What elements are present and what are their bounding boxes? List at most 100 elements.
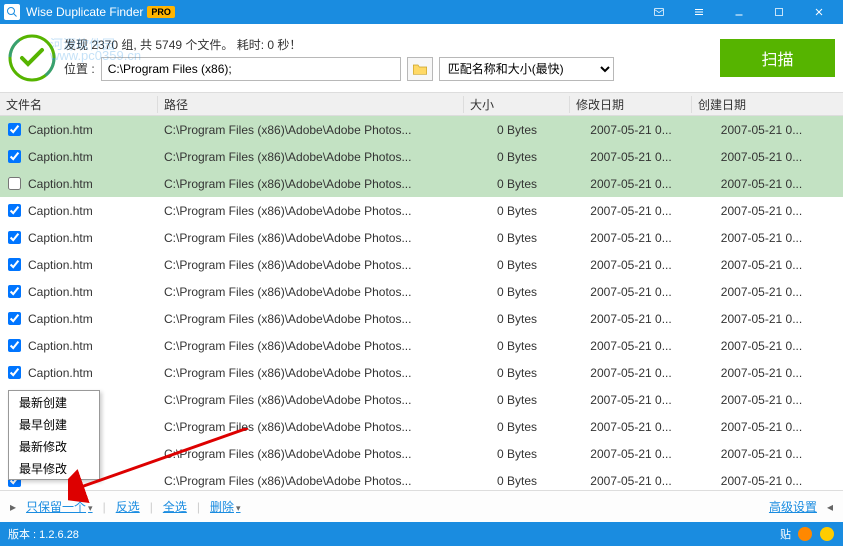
folder-icon <box>412 62 428 76</box>
invert-selection-link[interactable]: 反选 <box>116 498 140 515</box>
social-icon-1[interactable] <box>797 526 813 542</box>
cell-filename: Caption.htm <box>28 123 158 137</box>
select-all-link[interactable]: 全选 <box>163 498 187 515</box>
cell-filename: Caption.htm <box>28 258 158 272</box>
menu-newest-modified[interactable]: 最新修改 <box>9 435 99 457</box>
cell-created: 2007-05-21 0... <box>692 339 843 353</box>
cell-path: C:\Program Files (x86)\Adobe\Adobe Photo… <box>158 420 464 434</box>
cell-path: C:\Program Files (x86)\Adobe\Adobe Photo… <box>158 258 464 272</box>
cell-path: C:\Program Files (x86)\Adobe\Adobe Photo… <box>158 447 464 461</box>
row-checkbox[interactable] <box>8 204 21 217</box>
cell-size: 0 Bytes <box>464 123 570 137</box>
table-row[interactable]: Caption.htmC:\Program Files (x86)\Adobe\… <box>0 224 843 251</box>
row-checkbox[interactable] <box>8 258 21 271</box>
table-row[interactable]: C:\Program Files (x86)\Adobe\Adobe Photo… <box>0 386 843 413</box>
cell-modified: 2007-05-21 0... <box>570 366 692 380</box>
row-checkbox[interactable] <box>8 339 21 352</box>
table-row[interactable]: C:\Program Files (x86)\Adobe\Adobe Photo… <box>0 440 843 467</box>
cell-filename: Caption.htm <box>28 366 158 380</box>
cell-size: 0 Bytes <box>464 339 570 353</box>
cell-modified: 2007-05-21 0... <box>570 123 692 137</box>
scan-button[interactable]: 扫描 <box>720 39 835 77</box>
cell-modified: 2007-05-21 0... <box>570 447 692 461</box>
table-row[interactable]: Caption.htmC:\Program Files (x86)\Adobe\… <box>0 359 843 386</box>
cell-modified: 2007-05-21 0... <box>570 177 692 191</box>
advanced-settings-link[interactable]: 高级设置 <box>769 498 817 515</box>
row-checkbox[interactable] <box>8 285 21 298</box>
match-mode-select[interactable]: 匹配名称和大小(最快) <box>439 57 614 81</box>
cell-created: 2007-05-21 0... <box>692 204 843 218</box>
cell-path: C:\Program Files (x86)\Adobe\Adobe Photo… <box>158 177 464 191</box>
cell-size: 0 Bytes <box>464 474 570 488</box>
cell-size: 0 Bytes <box>464 177 570 191</box>
table-row[interactable]: Caption.htmC:\Program Files (x86)\Adobe\… <box>0 305 843 332</box>
column-filename[interactable]: 文件名 <box>0 96 158 113</box>
menu-oldest-modified[interactable]: 最早修改 <box>9 457 99 479</box>
row-checkbox[interactable] <box>8 150 21 163</box>
cell-modified: 2007-05-21 0... <box>570 312 692 326</box>
column-created[interactable]: 创建日期 <box>692 96 843 113</box>
cell-size: 0 Bytes <box>464 258 570 272</box>
menu-button[interactable] <box>679 0 719 24</box>
app-icon <box>4 4 20 20</box>
table-row[interactable]: Caption.htmC:\Program Files (x86)\Adobe\… <box>0 332 843 359</box>
table-row[interactable]: C:\Program Files (x86)\Adobe\Adobe Photo… <box>0 467 843 490</box>
cell-created: 2007-05-21 0... <box>692 420 843 434</box>
cell-created: 2007-05-21 0... <box>692 285 843 299</box>
keep-one-link[interactable]: 只保留一个▾ <box>26 498 93 515</box>
cell-modified: 2007-05-21 0... <box>570 393 692 407</box>
table-row[interactable]: Caption.htmC:\Program Files (x86)\Adobe\… <box>0 197 843 224</box>
scan-stats: 河源软件园 www.pc0359.cn 发现 2370 组, 共 5749 个文… <box>64 36 708 53</box>
column-path[interactable]: 路径 <box>158 96 464 113</box>
table-body[interactable]: Caption.htmC:\Program Files (x86)\Adobe\… <box>0 116 843 490</box>
location-label: 位置 : <box>64 60 95 77</box>
cell-created: 2007-05-21 0... <box>692 231 843 245</box>
close-button[interactable] <box>799 0 839 24</box>
cell-modified: 2007-05-21 0... <box>570 285 692 299</box>
delete-link[interactable]: 删除▾ <box>210 498 241 515</box>
row-checkbox[interactable] <box>8 177 21 190</box>
table-row[interactable]: Caption.htmC:\Program Files (x86)\Adobe\… <box>0 251 843 278</box>
tie-label: 贴 <box>780 526 791 542</box>
column-modified[interactable]: 修改日期 <box>570 96 692 113</box>
row-checkbox[interactable] <box>8 312 21 325</box>
cell-created: 2007-05-21 0... <box>692 177 843 191</box>
cell-path: C:\Program Files (x86)\Adobe\Adobe Photo… <box>158 123 464 137</box>
cell-modified: 2007-05-21 0... <box>570 231 692 245</box>
cell-created: 2007-05-21 0... <box>692 447 843 461</box>
table-row[interactable]: Caption.htmC:\Program Files (x86)\Adobe\… <box>0 116 843 143</box>
column-size[interactable]: 大小 <box>464 96 570 113</box>
cell-size: 0 Bytes <box>464 204 570 218</box>
table-row[interactable]: Caption.htmC:\Program Files (x86)\Adobe\… <box>0 143 843 170</box>
cell-modified: 2007-05-21 0... <box>570 474 692 488</box>
table-row[interactable]: C:\Program Files (x86)\Adobe\Adobe Photo… <box>0 413 843 440</box>
table-row[interactable]: Caption.htmC:\Program Files (x86)\Adobe\… <box>0 278 843 305</box>
cell-path: C:\Program Files (x86)\Adobe\Adobe Photo… <box>158 231 464 245</box>
cell-modified: 2007-05-21 0... <box>570 339 692 353</box>
minimize-button[interactable] <box>719 0 759 24</box>
menu-newest-created[interactable]: 最新创建 <box>9 391 99 413</box>
cell-path: C:\Program Files (x86)\Adobe\Adobe Photo… <box>158 204 464 218</box>
row-checkbox[interactable] <box>8 366 21 379</box>
row-checkbox[interactable] <box>8 123 21 136</box>
cell-modified: 2007-05-21 0... <box>570 420 692 434</box>
table-row[interactable]: Caption.htmC:\Program Files (x86)\Adobe\… <box>0 170 843 197</box>
cell-filename: Caption.htm <box>28 339 158 353</box>
location-input[interactable] <box>101 57 401 81</box>
cell-created: 2007-05-21 0... <box>692 474 843 488</box>
cell-filename: Caption.htm <box>28 285 158 299</box>
logo-icon <box>8 34 56 82</box>
version-label: 版本 : 1.2.6.28 <box>8 526 79 542</box>
row-checkbox[interactable] <box>8 231 21 244</box>
social-icon-2[interactable] <box>819 526 835 542</box>
cell-path: C:\Program Files (x86)\Adobe\Adobe Photo… <box>158 312 464 326</box>
maximize-button[interactable] <box>759 0 799 24</box>
browse-folder-button[interactable] <box>407 57 433 81</box>
menu-oldest-created[interactable]: 最早创建 <box>9 413 99 435</box>
feedback-button[interactable] <box>639 0 679 24</box>
app-title: Wise Duplicate Finder <box>26 5 143 19</box>
cell-path: C:\Program Files (x86)\Adobe\Adobe Photo… <box>158 474 464 488</box>
cell-filename: Caption.htm <box>28 150 158 164</box>
cell-created: 2007-05-21 0... <box>692 123 843 137</box>
cell-size: 0 Bytes <box>464 312 570 326</box>
